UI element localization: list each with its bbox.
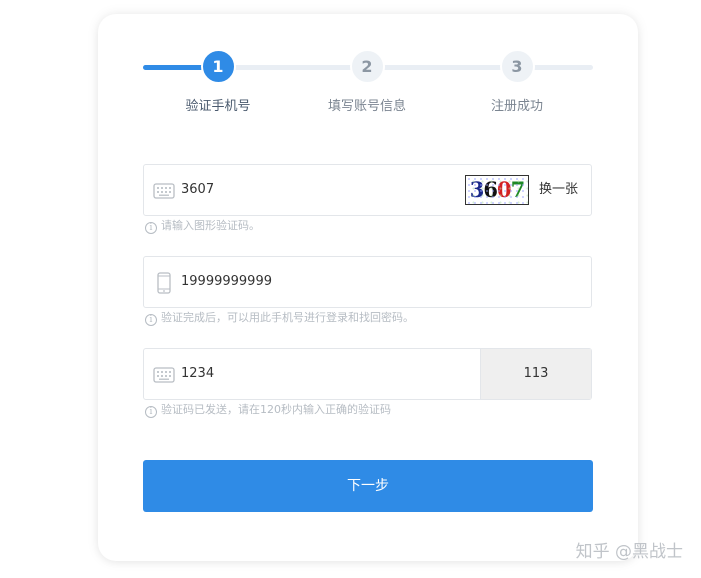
phone-icon	[157, 272, 171, 294]
sms-code-input[interactable]: 1234	[181, 349, 214, 399]
phone-hint: i 验证完成后，可以用此手机号进行登录和找回密码。	[145, 311, 414, 326]
captcha-noise	[466, 176, 528, 204]
captcha-field[interactable]: 3607 3607 换一张	[143, 164, 592, 216]
step-label: 填写账号信息	[327, 99, 406, 114]
step-number: 1	[200, 49, 236, 84]
step-number: 3	[499, 49, 535, 84]
captcha-hint: i 请输入图形验证码。	[145, 219, 260, 234]
captcha-image[interactable]: 3607	[465, 175, 529, 205]
sms-code-field[interactable]: 1234 113	[143, 348, 592, 400]
step-3: 3 注册成功	[457, 48, 577, 114]
watermark: 知乎 @黑战士	[575, 542, 683, 562]
captcha-input[interactable]: 3607	[181, 165, 214, 215]
phone-input[interactable]: 19999999999	[181, 257, 272, 307]
step-label: 验证手机号	[185, 99, 251, 114]
sms-hint: i 验证码已发送，请在120秒内输入正确的验证码	[145, 403, 391, 418]
step-1: 1 验证手机号	[158, 48, 278, 114]
captcha-hint-text: 请输入图形验证码。	[161, 219, 260, 232]
sms-hint-text: 验证码已发送，请在120秒内输入正确的验证码	[161, 403, 391, 416]
refresh-captcha-link[interactable]: 换一张	[539, 165, 578, 215]
keyboard-icon	[153, 367, 175, 383]
keyboard-icon	[153, 183, 175, 199]
step-number: 2	[349, 49, 385, 84]
step-label: 注册成功	[490, 99, 543, 114]
info-icon: i	[145, 406, 157, 418]
phone-field[interactable]: 19999999999	[143, 256, 592, 308]
info-icon: i	[145, 222, 157, 234]
phone-hint-text: 验证完成后，可以用此手机号进行登录和找回密码。	[161, 311, 414, 324]
info-icon: i	[145, 314, 157, 326]
progress-stepper: 1 验证手机号 2 填写账号信息 3 注册成功	[143, 48, 593, 118]
sms-countdown-button[interactable]: 113	[480, 349, 591, 399]
next-step-button[interactable]: 下一步	[143, 460, 593, 512]
step-2: 2 填写账号信息	[307, 48, 427, 114]
